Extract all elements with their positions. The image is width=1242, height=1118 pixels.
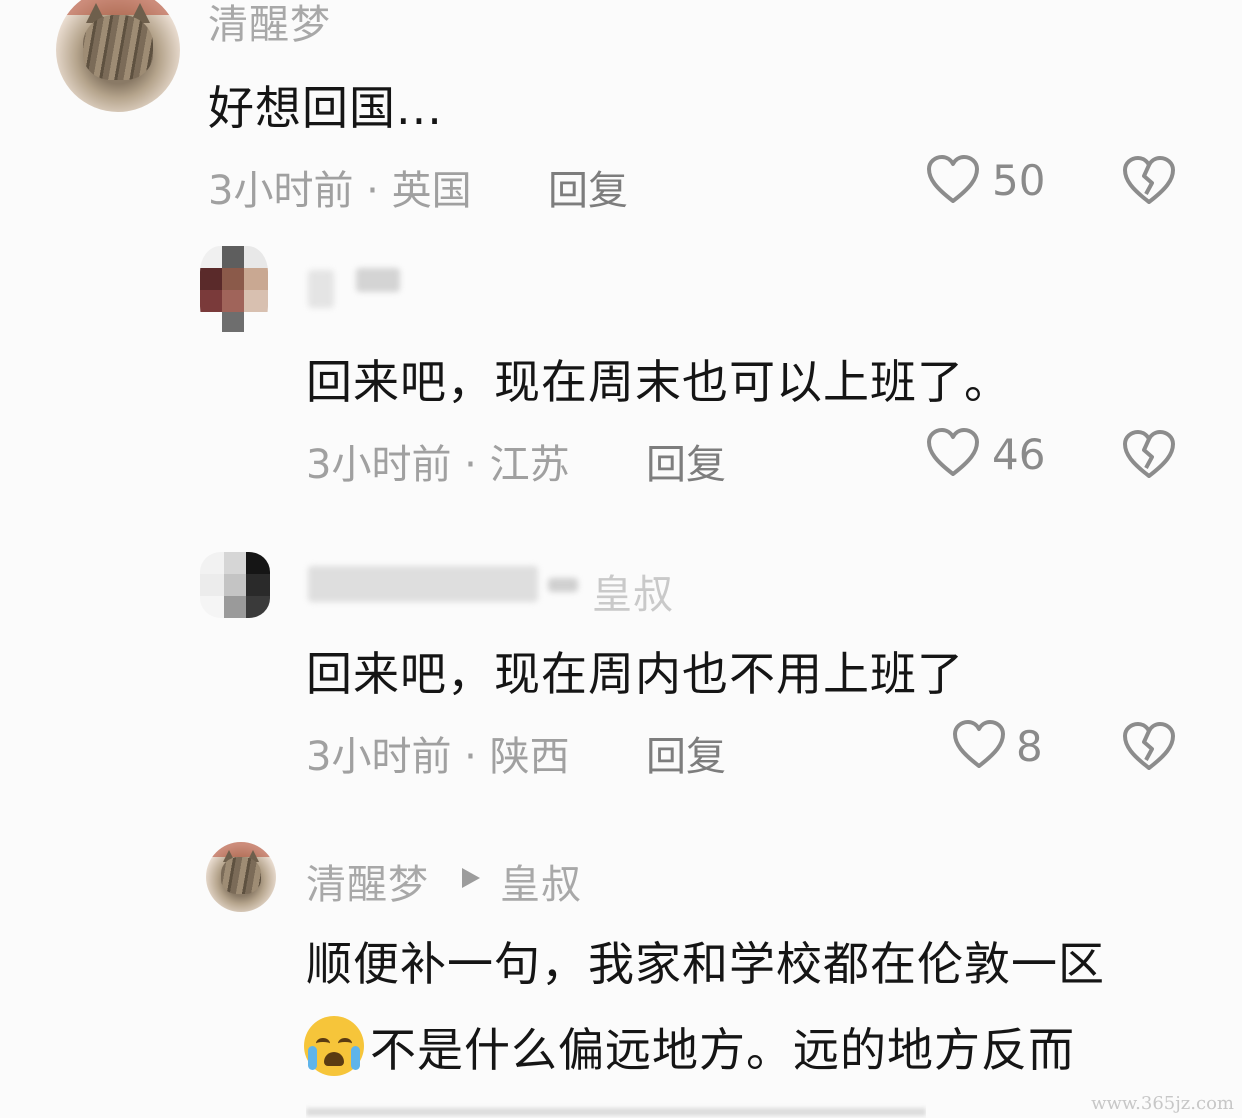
avatar[interactable] [200,246,268,332]
broken-heart-icon[interactable] [1122,430,1176,480]
comment-text-line: 不是什么偏远地方。远的地方反而 [304,1014,1075,1080]
heart-outline-icon[interactable] [952,720,1006,770]
comment-username-blurred [356,268,400,292]
reply-button[interactable]: 回复 [646,432,726,490]
comment-text-line: 顺便补一句，我家和学校都在伦敦一区 [306,937,1105,991]
comment-text-fragment: 不是什么偏远地方。远的地方反而 [370,1023,1075,1077]
comment-text: 回来吧，现在周末也可以上班了。 [306,355,1011,409]
comment-username[interactable]: 清醒梦 [208,0,331,50]
like-count: 46 [992,430,1046,479]
reply-button[interactable]: 回复 [548,158,628,216]
avatar[interactable] [56,0,180,112]
avatar[interactable] [200,552,270,618]
comment-time-location: 3小时前 · 英国 [208,168,472,214]
reply-button[interactable]: 回复 [646,724,726,782]
comment-time-location: 3小时前 · 陕西 [306,734,570,780]
comment-username-blurred[interactable] [308,270,334,308]
comment-text: 好想回国... [208,81,443,135]
watermark: www.365jz.com [1091,1093,1234,1114]
like-count: 8 [1016,722,1043,771]
comment-username-blurred[interactable] [308,566,538,602]
broken-heart-icon[interactable] [1122,156,1176,206]
heart-outline-icon[interactable] [926,155,980,205]
avatar[interactable] [206,842,276,912]
loudly-crying-face-emoji [304,1016,364,1076]
heart-outline-icon[interactable] [926,428,980,478]
comment-username[interactable]: 清醒梦 [306,852,429,910]
like-count: 50 [992,156,1046,205]
comment-time-location: 3小时前 · 江苏 [306,442,570,488]
comment-text: 回来吧，现在周内也不用上班了 [306,647,964,701]
play-triangle-icon [458,866,482,890]
comment-text-line-cutoff [306,1098,926,1118]
reply-target-name[interactable]: 皇叔 [592,562,674,620]
broken-heart-icon[interactable] [1122,722,1176,772]
reply-target-name[interactable]: 皇叔 [500,852,582,910]
reply-arrow-blurred [548,578,578,592]
